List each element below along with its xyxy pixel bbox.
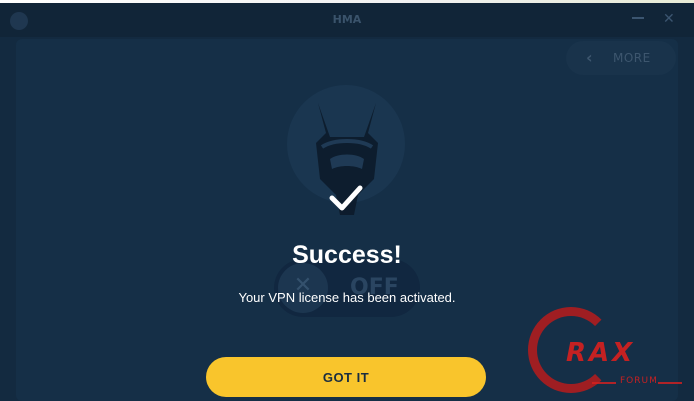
app-title: HMA bbox=[332, 13, 362, 26]
watermark-line-left bbox=[592, 382, 616, 384]
got-it-button[interactable]: GOT IT bbox=[206, 357, 486, 397]
dialog-message: Your VPN license has been activated. bbox=[238, 290, 456, 305]
app-window: HMA ✕ ‹ MORE ✕ OFF Success! Your VPN lic… bbox=[0, 3, 694, 401]
watermark-subtext: FORUM bbox=[620, 376, 658, 386]
title-bar: HMA ✕ bbox=[0, 3, 694, 37]
close-window-icon[interactable]: ✕ bbox=[663, 11, 675, 27]
dialog-title: Success! bbox=[292, 241, 402, 269]
chevron-left-icon: ‹ bbox=[586, 48, 593, 67]
watermark-line-right bbox=[658, 382, 682, 384]
more-label: MORE bbox=[613, 51, 651, 65]
watermark-logo-text: RAX bbox=[566, 338, 636, 368]
more-button[interactable]: ‹ MORE bbox=[566, 41, 676, 75]
toggle-knob: ✕ bbox=[278, 263, 328, 313]
minimize-icon[interactable] bbox=[632, 17, 644, 19]
check-icon bbox=[329, 185, 363, 211]
